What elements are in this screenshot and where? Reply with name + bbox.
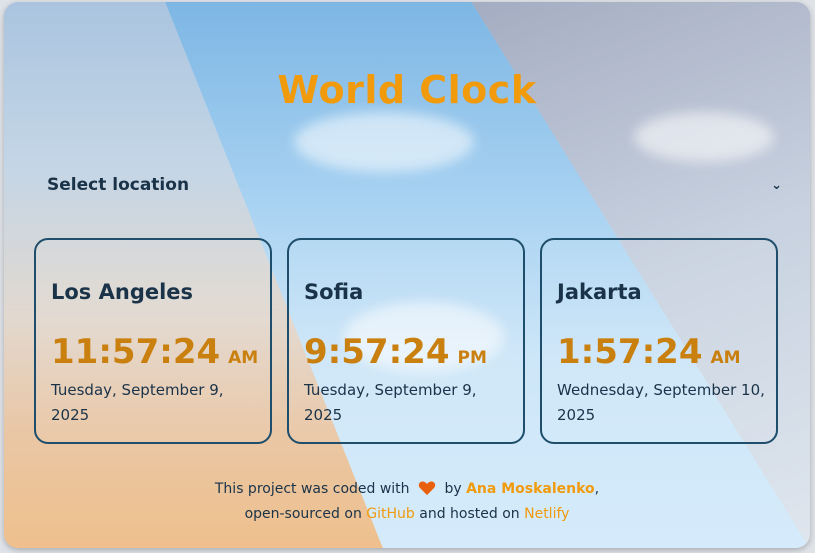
clock-tile-jakarta: Jakarta 1:57:24 AM Wednesday, September 1… [540, 238, 778, 444]
footer: This project was coded with by Ana Moska… [4, 478, 810, 525]
heart-icon [418, 480, 436, 503]
chevron-down-icon[interactable]: ⌄ [771, 178, 782, 193]
world-clock-card: World Clock Select location ⌄ Los Angele… [4, 2, 810, 548]
location-select-label: Select location [47, 175, 190, 195]
netlify-link[interactable]: Netlify [524, 506, 569, 522]
footer-line-2: open-sourced on GitHub and hosted on Net… [4, 503, 810, 525]
time-ampm: AM [228, 348, 259, 368]
time-ampm: AM [710, 348, 741, 368]
footer-text: This project was coded with [214, 481, 410, 497]
footer-text: open-sourced on [244, 506, 362, 522]
location-select[interactable]: Select location ⌄ [47, 170, 782, 200]
footer-text: by [444, 481, 462, 497]
cloud-decor [634, 112, 774, 162]
clock-time: 11:57:24 AM [51, 332, 258, 372]
page-title: World Clock [277, 68, 537, 112]
clock-time: 1:57:24 AM [557, 332, 741, 372]
time-value: 1:57:24 [557, 332, 703, 372]
time-value: 11:57:24 [51, 332, 221, 372]
clock-time: 9:57:24 PM [304, 332, 487, 372]
clock-date: Tuesday, September 9, 2025 [51, 381, 224, 424]
footer-comma: , [594, 481, 600, 497]
cloud-decor [294, 112, 474, 172]
clock-date: Wednesday, September 10, 2025 [557, 381, 765, 424]
time-value: 9:57:24 [304, 332, 450, 372]
author-link[interactable]: Ana Moskalenko [466, 481, 595, 497]
city-name: Jakarta [557, 280, 642, 304]
clock-tile-los-angeles: Los Angeles 11:57:24 AM Tuesday, Septembe… [34, 238, 272, 444]
footer-line-1: This project was coded with by Ana Moska… [4, 478, 810, 503]
time-ampm: PM [457, 348, 487, 368]
clock-date: Tuesday, September 9, 2025 [304, 381, 477, 424]
github-link[interactable]: GitHub [366, 506, 415, 522]
footer-text: and hosted on [419, 506, 520, 522]
clock-tile-sofia: Sofia 9:57:24 PM Tuesday, September 9, 20… [287, 238, 525, 444]
city-name: Sofia [304, 280, 364, 304]
city-name: Los Angeles [51, 280, 194, 304]
